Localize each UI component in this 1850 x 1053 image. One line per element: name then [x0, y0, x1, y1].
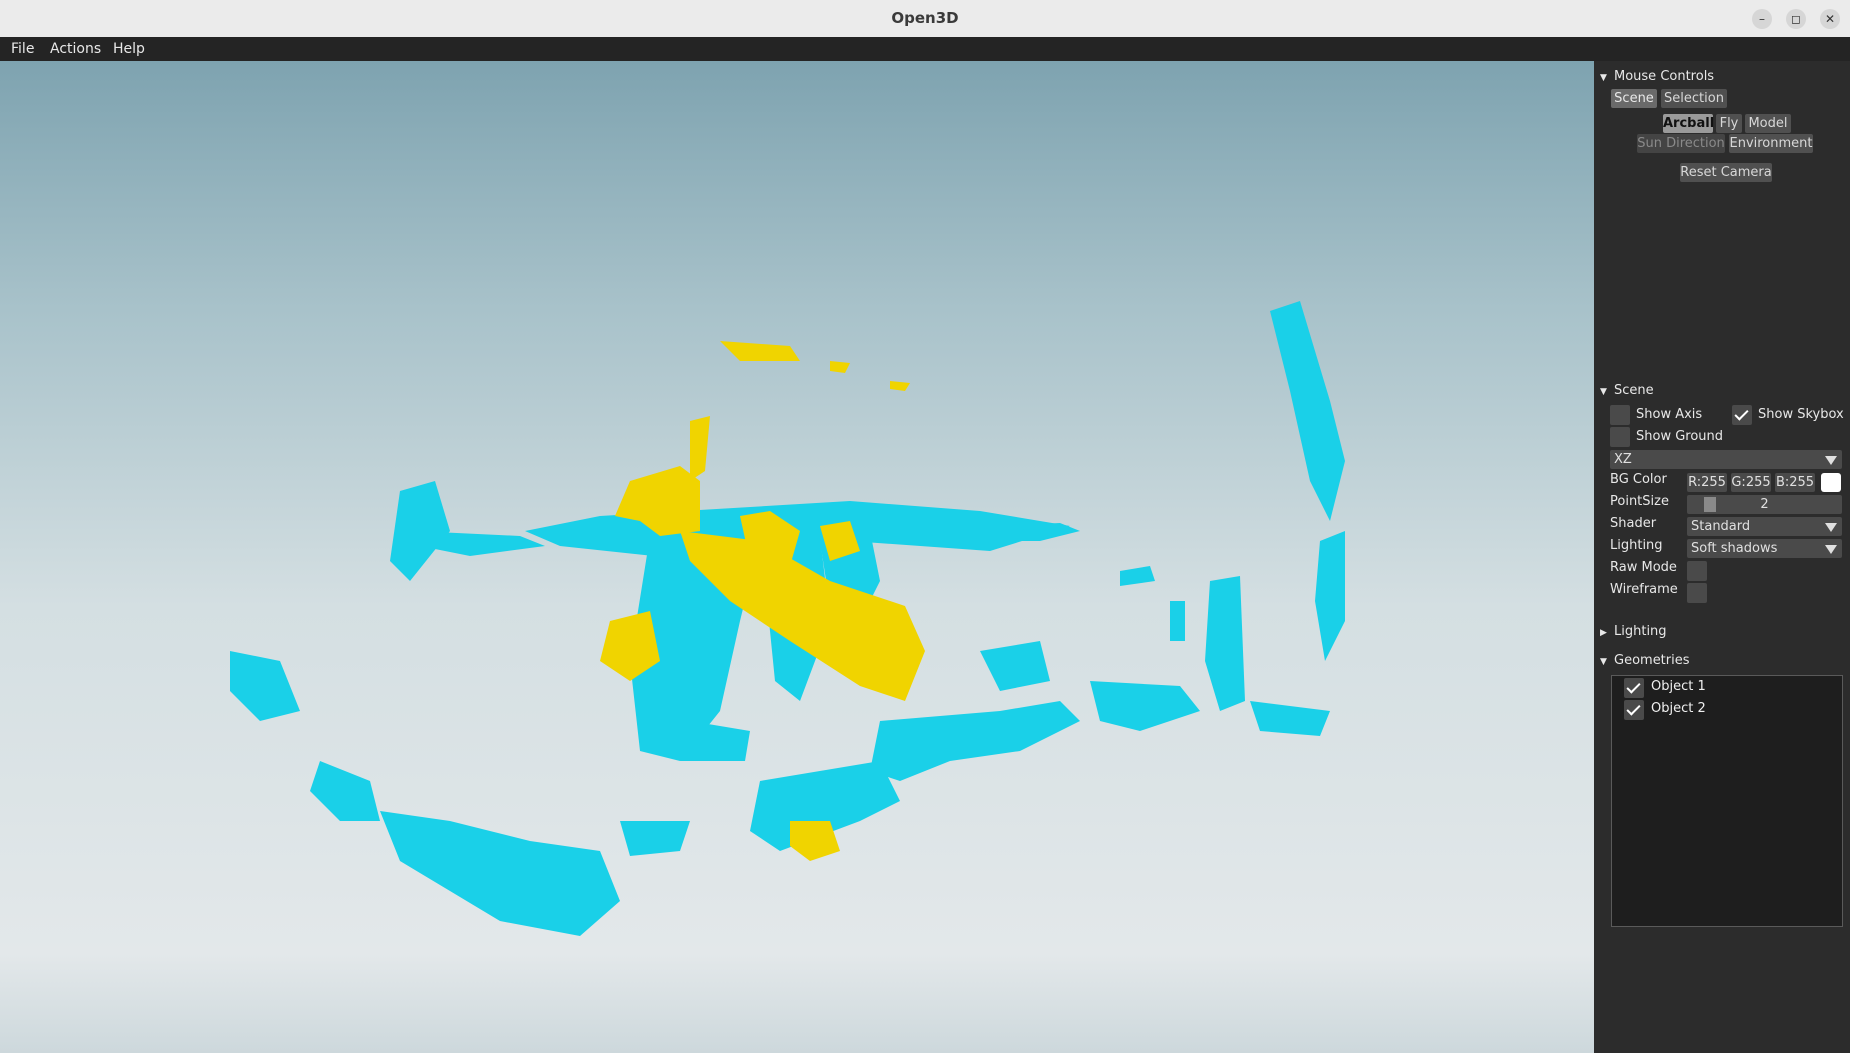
dropdown-arrow-icon	[1825, 456, 1837, 465]
shader-label: Shader	[1610, 516, 1657, 531]
show-axis-checkbox[interactable]	[1610, 405, 1630, 425]
show-ground-checkbox[interactable]	[1610, 427, 1630, 447]
lighting-section-header[interactable]: ▶ Lighting	[1600, 624, 1667, 639]
point-size-label: PointSize	[1610, 494, 1669, 509]
geometries-section-header[interactable]: ▼ Geometries	[1600, 653, 1690, 668]
object-1-checkbox[interactable]	[1624, 678, 1644, 698]
ground-plane-select[interactable]: XZ	[1610, 450, 1842, 469]
scene-section-header[interactable]: ▼ Scene	[1600, 383, 1654, 398]
dropdown-arrow-icon	[1825, 523, 1837, 532]
maximize-button[interactable]: ◻	[1786, 9, 1806, 29]
sun-direction-button[interactable]: Sun Direction	[1637, 134, 1725, 153]
geometries-list[interactable]: Object 1 Object 2	[1611, 675, 1843, 927]
shader-value: Standard	[1691, 519, 1751, 534]
bg-color-g-field[interactable]: G:255	[1731, 473, 1771, 492]
arcball-button[interactable]: Arcball	[1663, 114, 1714, 133]
point-cloud-render	[0, 61, 1594, 1053]
window-title: Open3D	[891, 9, 959, 27]
raw-mode-label: Raw Mode	[1610, 560, 1677, 575]
lighting-section-label: Lighting	[1614, 624, 1667, 639]
bg-color-b-field[interactable]: B:255	[1775, 473, 1815, 492]
tab-scene[interactable]: Scene	[1611, 89, 1657, 108]
menu-help[interactable]: Help	[113, 41, 145, 57]
bg-color-r-field[interactable]: R:255	[1687, 473, 1727, 492]
lighting-label: Lighting	[1610, 538, 1663, 553]
point-size-value: 2	[1760, 497, 1769, 512]
scene-viewport[interactable]	[0, 61, 1594, 1053]
mouse-controls-label: Mouse Controls	[1614, 69, 1715, 84]
object-2-label: Object 2	[1651, 701, 1706, 716]
fly-button[interactable]: Fly	[1716, 114, 1742, 133]
lighting-value: Soft shadows	[1691, 541, 1778, 556]
show-axis-label: Show Axis	[1636, 407, 1703, 422]
raw-mode-checkbox[interactable]	[1687, 561, 1707, 581]
minimize-button[interactable]: –	[1752, 9, 1772, 29]
menu-file[interactable]: File	[11, 41, 34, 57]
menu-bar: File Actions Help	[0, 37, 1850, 61]
reset-camera-button[interactable]: Reset Camera	[1680, 163, 1772, 182]
wireframe-checkbox[interactable]	[1687, 583, 1707, 603]
expanded-triangle-icon: ▼	[1600, 387, 1607, 397]
expanded-triangle-icon: ▼	[1600, 73, 1607, 83]
object-1-label: Object 1	[1651, 679, 1706, 694]
title-bar: Open3D – ◻ ✕	[0, 0, 1850, 38]
show-ground-label: Show Ground	[1636, 429, 1724, 444]
expanded-triangle-icon: ▼	[1600, 657, 1607, 667]
scene-section-label: Scene	[1614, 383, 1654, 398]
close-button[interactable]: ✕	[1820, 9, 1840, 29]
dropdown-arrow-icon	[1825, 545, 1837, 554]
lighting-select[interactable]: Soft shadows	[1687, 539, 1842, 558]
object-2-checkbox[interactable]	[1624, 700, 1644, 720]
ground-plane-value: XZ	[1614, 452, 1632, 467]
show-skybox-label: Show Skybox	[1758, 407, 1844, 422]
wireframe-label: Wireframe	[1610, 582, 1678, 597]
shader-select[interactable]: Standard	[1687, 517, 1842, 536]
model-button[interactable]: Model	[1745, 114, 1791, 133]
bg-color-swatch[interactable]	[1821, 473, 1841, 492]
environment-button[interactable]: Environment	[1729, 134, 1813, 153]
geometries-section-label: Geometries	[1614, 653, 1690, 668]
collapsed-triangle-icon: ▶	[1600, 628, 1607, 638]
bg-color-label: BG Color	[1610, 472, 1667, 487]
show-skybox-checkbox[interactable]	[1732, 405, 1752, 425]
settings-panel: ▼ Mouse Controls Scene Selection Arcball …	[1594, 61, 1850, 1053]
menu-actions[interactable]: Actions	[50, 41, 101, 57]
slider-handle[interactable]	[1704, 497, 1716, 512]
point-size-slider[interactable]: 2	[1687, 495, 1842, 514]
tab-selection[interactable]: Selection	[1661, 89, 1727, 108]
mouse-controls-title[interactable]: ▼ Mouse Controls	[1600, 69, 1714, 84]
